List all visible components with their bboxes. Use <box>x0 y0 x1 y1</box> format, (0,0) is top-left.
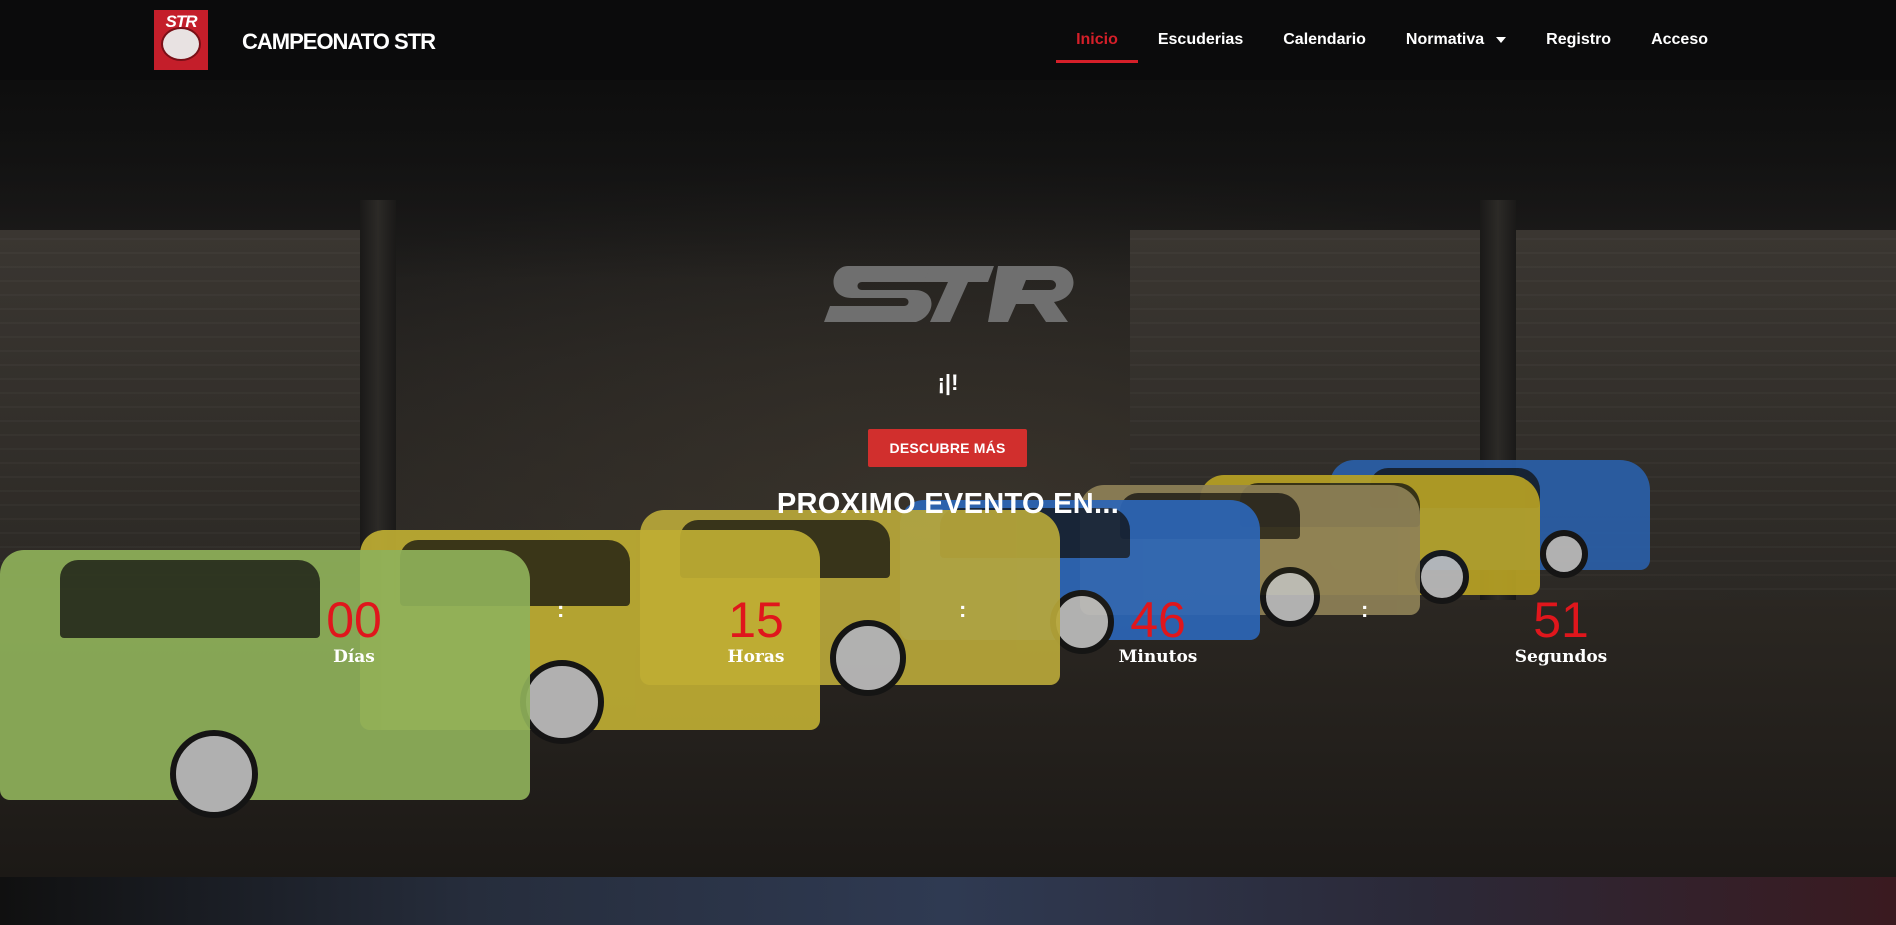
site-title[interactable]: CAMPEONATO STR <box>242 29 436 55</box>
next-event-heading: PROXIMO EVENTO EN... <box>776 488 1120 520</box>
countdown-separator: : <box>557 597 565 622</box>
countdown-hours-label: Horas <box>727 647 785 667</box>
rally-car-image <box>0 550 530 818</box>
top-navbar: STR CAMPEONATO STR Inicio Escuderias Cal… <box>0 0 1896 80</box>
logo-text: STR <box>165 12 198 31</box>
background-wall-left <box>0 230 360 590</box>
countdown-separator: : <box>959 597 967 622</box>
nav-item-inicio[interactable]: Inicio <box>1056 0 1138 80</box>
countdown-seconds-label: Segundos <box>1514 647 1608 667</box>
countdown-hours-value: 15 <box>728 592 784 648</box>
site-logo[interactable]: STR <box>154 10 208 70</box>
countdown-seconds-value: 51 <box>1533 592 1589 648</box>
nav-item-normativa-label: Normativa <box>1405 31 1485 48</box>
countdown-minutes-value: 46 <box>1130 592 1186 648</box>
nav-item-normativa[interactable]: Normativa <box>1386 0 1526 80</box>
countdown-hours: 15 Horas <box>686 595 826 667</box>
nav-item-acceso[interactable]: Acceso <box>1631 0 1728 80</box>
caret-down-icon <box>1496 36 1507 43</box>
hero-section: ¡|! DESCUBRE MÁS PROXIMO EVENTO EN... 00… <box>0 80 1896 877</box>
nav-item-escuderias[interactable]: Escuderias <box>1138 0 1263 80</box>
countdown-seconds: 51 Segundos <box>1491 595 1631 667</box>
countdown-days: 00 Días <box>284 595 424 667</box>
main-nav: Inicio Escuderias Calendario Normativa R… <box>1056 0 1728 80</box>
nav-item-calendario[interactable]: Calendario <box>1263 0 1386 80</box>
discover-more-button[interactable]: DESCUBRE MÁS <box>868 429 1027 467</box>
countdown-days-value: 00 <box>326 592 382 648</box>
nav-item-registro[interactable]: Registro <box>1526 0 1631 80</box>
countdown-minutes: 46 Minutos <box>1088 595 1228 667</box>
countdown-days-label: Días <box>333 647 375 667</box>
logo-emblem <box>161 27 201 61</box>
next-section-edge <box>0 877 1896 925</box>
hero-tagline: ¡|! <box>937 370 959 395</box>
countdown-minutes-label: Minutos <box>1118 647 1198 667</box>
event-countdown: 00 Días : 15 Horas : 46 Minutos : 51 Seg… <box>0 595 1896 675</box>
str-logo <box>824 266 1074 322</box>
countdown-separator: : <box>1361 597 1369 622</box>
